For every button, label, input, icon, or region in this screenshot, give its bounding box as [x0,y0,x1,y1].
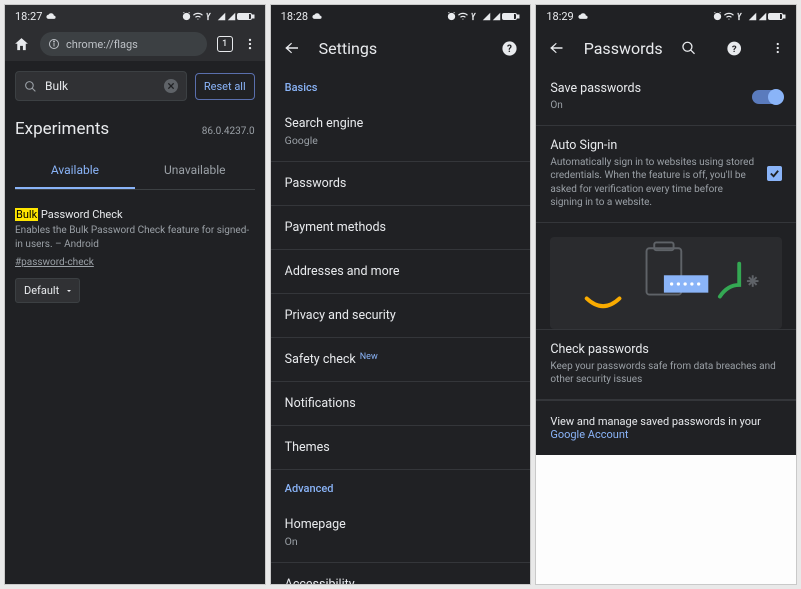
passwords-body: Save passwords On Auto Sign-in Automatic… [536,69,796,584]
item-notifications[interactable]: Notifications [271,382,531,426]
signal-icon [482,11,491,22]
search-icon[interactable] [681,40,696,56]
app-bar: Passwords ? [536,27,796,69]
blank-area [536,455,796,585]
help-icon[interactable]: ? [501,40,518,57]
page-title: Settings [319,39,484,58]
alarm-icon [181,11,192,22]
cloud-icon [312,11,322,21]
item-passwords[interactable]: Passwords [271,162,531,206]
screenshot-settings: 18:28 Settings ? Basics Search engine Go… [270,4,532,585]
row-check-passwords[interactable]: Check passwords Keep your passwords safe… [536,329,796,400]
info-icon [48,38,60,50]
status-bar: 18:29 [536,5,796,27]
search-icon [24,80,37,93]
tabs: Available Unavailable [15,153,255,190]
status-icons [446,11,520,22]
alarm-icon [712,11,723,22]
search-value: Bulk [45,79,68,93]
status-bar: 18:27 [5,5,265,27]
item-accessibility[interactable]: Accessibility [271,563,531,584]
wifi-icon [724,11,735,22]
status-time: 18:28 [281,10,308,23]
clear-icon[interactable] [164,79,178,93]
item-safety-check[interactable]: Safety checkNew [271,338,531,382]
flag-description: Enables the Bulk Password Check feature … [15,224,255,251]
alarm-icon [446,11,457,22]
experiments-page: Bulk Reset all Experiments 86.0.4237.0 A… [5,61,265,584]
checkbox-auto-signin[interactable] [767,166,782,181]
signal-icon-2 [492,11,501,22]
tab-available[interactable]: Available [15,153,135,189]
back-icon[interactable] [283,39,301,57]
row-auto-signin[interactable]: Auto Sign-in Automatically sign in to we… [536,126,796,223]
status-time: 18:27 [15,10,42,23]
signal-icon [217,11,226,22]
app-bar: Settings ? [271,27,531,69]
chevron-down-icon [65,287,73,295]
row-save-passwords[interactable]: Save passwords On [536,69,796,126]
section-advanced: Advanced [271,470,531,503]
status-icons [181,11,255,22]
browser-toolbar: chrome://flags 1 [5,27,265,61]
overflow-icon[interactable] [243,37,257,51]
page-title: Experiments [15,119,109,139]
search-input[interactable]: Bulk [15,71,187,101]
back-icon[interactable] [548,39,565,57]
volte-icon [205,11,216,22]
help-icon[interactable]: ? [726,40,742,57]
cloud-icon [46,11,56,21]
new-badge: New [360,352,378,362]
status-bar: 18:28 [271,5,531,27]
check-icon [769,168,780,179]
signal-icon-2 [227,11,236,22]
battery-icon [768,11,786,22]
tab-unavailable[interactable]: Unavailable [135,153,255,189]
flag-hash-link[interactable]: #password-check [15,257,255,268]
volte-icon [736,11,747,22]
svg-text:?: ? [507,44,512,55]
svg-text:?: ? [732,43,737,54]
battery-icon [237,11,255,22]
passwords-illustration [550,237,782,329]
signal-icon [748,11,757,22]
item-privacy-security[interactable]: Privacy and security [271,294,531,338]
url-bar[interactable]: chrome://flags [40,32,207,56]
status-icons [712,11,786,22]
wifi-icon [193,11,204,22]
flag-dropdown[interactable]: Default [15,278,80,303]
overflow-icon[interactable] [771,41,785,55]
screenshot-flags: 18:27 chrome://flags 1 Bulk [4,4,266,585]
reset-all-button[interactable]: Reset all [195,73,255,100]
wifi-icon [458,11,469,22]
cloud-icon [578,11,588,21]
google-account-link[interactable]: Google Account [550,428,628,441]
section-basics: Basics [271,69,531,102]
version-text: 86.0.4237.0 [202,126,255,137]
item-payment-methods[interactable]: Payment methods [271,206,531,250]
flag-entry: Bulk Password Check Enables the Bulk Pas… [15,208,255,303]
item-themes[interactable]: Themes [271,426,531,470]
flag-title: Bulk Password Check [15,208,255,221]
item-homepage[interactable]: Homepage On [271,503,531,563]
page-title: Passwords [584,39,663,58]
screenshot-passwords: 18:29 Passwords ? Save passwords On [535,4,797,585]
tab-switcher[interactable]: 1 [217,36,233,52]
item-addresses[interactable]: Addresses and more [271,250,531,294]
home-icon[interactable] [13,36,30,53]
toggle-save-passwords[interactable] [752,90,782,104]
status-time: 18:29 [546,10,573,23]
url-text: chrome://flags [66,38,138,51]
item-search-engine[interactable]: Search engine Google [271,102,531,162]
volte-icon [470,11,481,22]
settings-list[interactable]: Basics Search engine Google Passwords Pa… [271,69,531,584]
row-google-account-link[interactable]: View and manage saved passwords in your … [536,400,796,455]
signal-icon-2 [758,11,767,22]
battery-icon [502,11,520,22]
